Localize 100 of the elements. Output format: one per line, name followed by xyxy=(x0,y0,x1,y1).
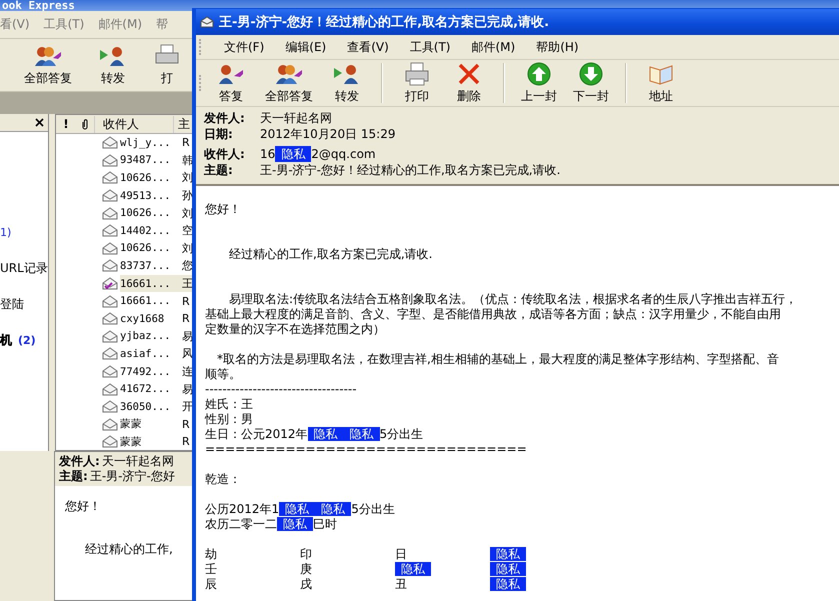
table-cell: 印 xyxy=(300,547,312,561)
subject-text: R xyxy=(182,294,190,308)
message-row[interactable]: 36050... 开 xyxy=(56,398,196,416)
toolbar-button[interactable]: 全部答复 xyxy=(259,62,319,104)
folder-item[interactable]: URL记录 xyxy=(0,260,48,276)
table-cell: 日 xyxy=(395,547,407,561)
field-label: 收件人: xyxy=(204,146,246,162)
subject-text: 易 xyxy=(182,328,193,344)
field-label: 主题: xyxy=(204,162,234,178)
toolbar-button[interactable]: 转发 xyxy=(92,39,134,91)
body-text: 您好！ xyxy=(205,202,241,216)
subject-text: 刘 xyxy=(182,240,193,256)
message-row[interactable]: cxy1668 R xyxy=(56,310,196,328)
body-text: 经过精心的工作, xyxy=(84,541,174,558)
menu-item[interactable]: 查看(V) xyxy=(347,38,389,56)
body-text: 基础上最大程度的满足音韵、含义、字型、是否能借用典故，成语等各方面；缺点：汉字用量少，不能自由用 xyxy=(205,307,781,321)
recipient-text: 蒙蒙 xyxy=(120,417,143,432)
body-text: 公历2012年1 xyxy=(205,502,280,516)
menu-item[interactable]: 帮 xyxy=(156,16,168,33)
field-value: 天一轩起名网 xyxy=(260,110,332,126)
subject-text: 空 xyxy=(182,223,193,238)
message-row[interactable]: 蒙蒙 R xyxy=(56,416,196,434)
subject-text: R xyxy=(182,418,190,431)
menu-item[interactable]: 看(V) xyxy=(0,16,30,33)
subject-text: R xyxy=(182,312,190,326)
recipient-text: 41672... xyxy=(120,383,172,396)
redaction-label: 隐私 xyxy=(279,502,316,516)
message-row[interactable]: 蒙蒙 R xyxy=(56,433,196,451)
recipient-text: 16661... xyxy=(120,295,172,308)
redaction-label: 隐私 xyxy=(490,562,526,576)
subject-text: 刘 xyxy=(182,170,193,186)
redaction-label: 隐私 xyxy=(490,577,526,591)
recipient-text: 16661... xyxy=(120,278,172,290)
message-row[interactable]: 49513... 孙 xyxy=(56,186,196,204)
recipient-text: 77492... xyxy=(120,366,172,378)
toolbar-button[interactable]: 打 xyxy=(148,39,186,91)
message-row[interactable]: yjbaz... 易 xyxy=(56,328,196,346)
message-row[interactable]: 14402... 空 xyxy=(56,222,196,240)
recipient-text: 83737... xyxy=(120,260,172,272)
toolbar-button[interactable]: 转发 xyxy=(323,62,371,104)
field-value: 2012年10月20日 15:29 xyxy=(260,126,396,142)
message-row[interactable]: 77492... 连 xyxy=(56,362,196,380)
menu-item[interactable]: 邮件(M) xyxy=(98,16,142,33)
toolbar-button[interactable]: 地址 xyxy=(637,62,685,104)
folder-item[interactable]: 登陆 xyxy=(0,296,24,312)
printer-icon xyxy=(404,62,430,86)
recipient-text: 49513... xyxy=(120,190,172,202)
recipient-text: 蒙蒙 xyxy=(120,434,143,449)
toolbar-button[interactable]: 全部答复 xyxy=(18,39,78,91)
close-icon[interactable] xyxy=(35,118,44,127)
message-row[interactable]: 93487... 韩 xyxy=(56,152,196,170)
message-row[interactable]: asiaf... 风 xyxy=(56,345,196,363)
body-text: 乾造： xyxy=(205,472,241,486)
column-header[interactable]: 收件人 xyxy=(94,116,173,132)
menu-item[interactable]: 编辑(E) xyxy=(285,38,326,56)
menu-item[interactable]: 工具(T) xyxy=(410,38,450,56)
menu-item[interactable]: 工具(T) xyxy=(44,16,84,33)
toolbar-button[interactable]: 上一封 xyxy=(515,62,563,104)
field-value: 2@qq.com xyxy=(311,146,376,162)
table-cell: 辰 xyxy=(205,577,217,591)
menu-item[interactable]: 文件(F) xyxy=(224,38,264,56)
body-text: 定数量的汉字不在选择范围之内） xyxy=(205,322,385,336)
body-text: *取名的方法是易理取名法，在数理吉祥,相生相辅的基础上，最大程度的满足整体字形结构、字型搭配、音 xyxy=(216,352,779,366)
priority-column-header[interactable]: ! xyxy=(56,117,76,131)
message-row[interactable]: 10626... 刘 xyxy=(56,169,196,187)
body-text: ----------------------------------- xyxy=(205,382,357,396)
envelope-icon xyxy=(200,16,214,28)
body-text: 姓氏：王 xyxy=(205,397,253,411)
message-row[interactable]: 83737... 您 xyxy=(56,257,196,275)
table-cell: 戌 xyxy=(300,577,312,591)
redaction-label: 隐私 隐私 xyxy=(308,427,380,441)
redaction-label: 隐私 xyxy=(275,146,312,162)
redaction-label: 隐私 xyxy=(490,547,526,561)
field-label: 日期: xyxy=(204,126,234,142)
body-text: 您好！ xyxy=(65,498,102,515)
subject-text: 开 xyxy=(182,399,193,414)
sender-text: 天一轩起名网 xyxy=(102,454,174,468)
toolbar-button[interactable]: 删除 xyxy=(445,62,493,104)
body-text: 顺等。 xyxy=(205,367,241,381)
message-row[interactable]: 10626... 刘 xyxy=(56,204,196,222)
toolbar-button[interactable]: 下一封 xyxy=(567,62,615,104)
column-header[interactable]: 主 xyxy=(173,116,190,132)
folder-item[interactable]: 机 xyxy=(0,332,12,348)
toolbar-button[interactable]: 答复 xyxy=(207,62,255,104)
subject-text: 易 xyxy=(182,382,193,397)
menu-item[interactable]: 帮助(H) xyxy=(536,38,579,56)
redaction-label: 隐私 xyxy=(277,517,313,531)
message-row[interactable]: 16661... R xyxy=(56,292,196,310)
menu-item[interactable]: 邮件(M) xyxy=(472,38,516,56)
message-row[interactable]: 10626... 刘 xyxy=(56,240,196,258)
redaction-label: 隐私 xyxy=(395,562,431,576)
recipient-text: 10626... xyxy=(120,207,172,220)
table-cell: 壬 xyxy=(205,562,217,576)
recipient-text: cxy1668 xyxy=(120,312,166,325)
message-row[interactable]: 41672... 易 xyxy=(56,380,196,398)
message-row[interactable]: wlj_y... R xyxy=(56,134,196,152)
window-title: ook Express xyxy=(1,0,76,11)
toolbar-button[interactable]: 打印 xyxy=(393,62,441,104)
field-label: 主题: xyxy=(59,469,88,483)
subject-text: 连 xyxy=(182,364,193,380)
